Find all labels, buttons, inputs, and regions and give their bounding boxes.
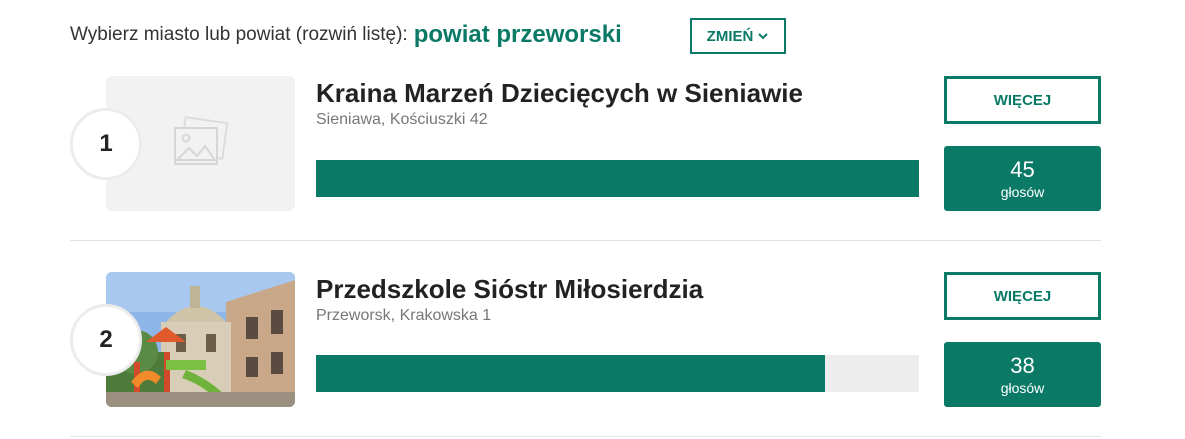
- rank-badge: 2: [70, 304, 142, 376]
- entry-name[interactable]: Kraina Marzeń Dziecięcych w Sieniawie: [316, 78, 803, 109]
- vote-progress-fill: [316, 355, 825, 392]
- vote-progress-bar: [316, 160, 919, 197]
- ranking-entry: 1 Kraina Marzeń Dziecięcych w Sieniawie …: [70, 76, 1101, 241]
- entry-address: Przeworsk, Krakowska 1: [316, 307, 492, 324]
- vote-count-label: głosów: [1000, 183, 1045, 200]
- change-region-button[interactable]: ZMIEŃ: [690, 18, 786, 54]
- vote-count: 45: [1010, 156, 1035, 182]
- vote-count-box: 45 głosów: [944, 146, 1101, 211]
- vote-count: 38: [1010, 352, 1035, 378]
- more-button[interactable]: WIĘCEJ: [944, 76, 1101, 124]
- entry-divider: [70, 436, 1101, 437]
- change-region-label: ZMIEŃ: [706, 27, 754, 45]
- entry-divider: [70, 240, 1101, 241]
- selected-region[interactable]: powiat przeworski: [414, 21, 622, 49]
- region-selector: Wybierz miasto lub powiat (rozwiń listę)…: [70, 16, 622, 54]
- ranking-entry: 2 Przedszkole Sióstr Miłosierdzia Przewo…: [70, 272, 1101, 437]
- entry-name[interactable]: Przedszkole Sióstr Miłosierdzia: [316, 274, 703, 305]
- chevron-down-icon: [758, 33, 769, 40]
- entry-address: Sieniawa, Kościuszki 42: [316, 111, 488, 128]
- placeholder-image-icon: [173, 115, 228, 165]
- vote-count-box: 38 głosów: [944, 342, 1101, 407]
- vote-progress-fill: [316, 160, 919, 197]
- rank-badge: 1: [70, 108, 142, 180]
- vote-count-label: głosów: [1000, 379, 1045, 396]
- vote-progress-bar: [316, 355, 919, 392]
- more-button[interactable]: WIĘCEJ: [944, 272, 1101, 320]
- region-prompt: Wybierz miasto lub powiat (rozwiń listę)…: [70, 24, 408, 45]
